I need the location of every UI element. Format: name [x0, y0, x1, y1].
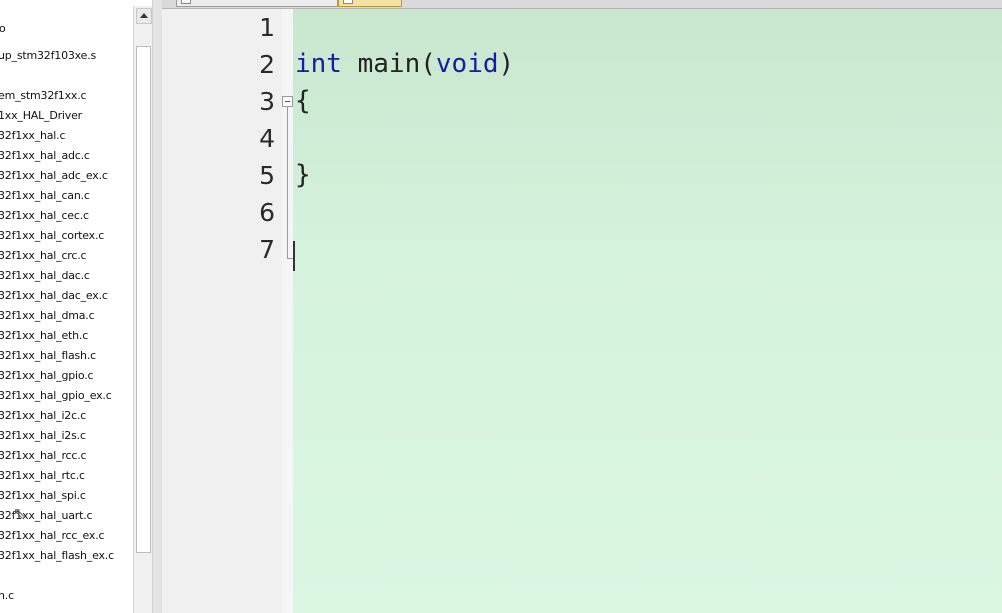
- tree-item-hal-i2c[interactable]: 32f1xx_hal_i2c.c: [0, 406, 86, 426]
- mouse-pointer-icon: ⇖: [13, 504, 26, 522]
- tab-main-c[interactable]: [338, 0, 402, 7]
- code-line-5: }: [295, 160, 311, 190]
- line-number-gutter: 1 2 3 4 5 6 7: [162, 9, 282, 613]
- tab-hal-file[interactable]: [176, 0, 338, 7]
- close-paren: ): [498, 49, 515, 79]
- tree-item-system-file[interactable]: em_stm32f1xx.c: [0, 86, 87, 106]
- editor-tab-strip: [162, 0, 1002, 9]
- tree-item-hal-flash[interactable]: 32f1xx_hal_flash.c: [0, 346, 96, 366]
- code-line-3: {: [295, 86, 311, 116]
- tree-item-hal-dac[interactable]: 32f1xx_hal_dac.c: [0, 266, 90, 286]
- tree-item-hal-driver-group[interactable]: 1xx_HAL_Driver: [0, 106, 82, 126]
- tree-item-hal-crc[interactable]: 32f1xx_hal_crc.c: [0, 246, 87, 266]
- keyword-int: int: [295, 49, 342, 79]
- file-tab-icon: [343, 0, 353, 4]
- tree-item-hal-adc-ex[interactable]: 32f1xx_hal_adc_ex.c: [0, 166, 108, 186]
- line-number: 1: [259, 13, 275, 42]
- file-tab-icon: [181, 0, 191, 4]
- tree-item-hal-adc[interactable]: 32f1xx_hal_adc.c: [0, 146, 90, 166]
- tree-item-hal-dac-ex[interactable]: 32f1xx_hal_dac_ex.c: [0, 286, 108, 306]
- tree-item-hal-eth[interactable]: 32f1xx_hal_eth.c: [0, 326, 88, 346]
- line-number: 6: [259, 198, 275, 227]
- code-line-2: int main(void): [295, 49, 514, 79]
- line-number: 5: [259, 161, 275, 190]
- tree-scrollbar[interactable]: [133, 6, 153, 613]
- text-caret: [293, 241, 295, 271]
- scrollbar-thumb[interactable]: [136, 46, 151, 553]
- tree-item-hal-cortex[interactable]: 32f1xx_hal_cortex.c: [0, 226, 104, 246]
- tree-item-hal-rtc[interactable]: 32f1xx_hal_rtc.c: [0, 466, 85, 486]
- keyword-void: void: [435, 49, 499, 79]
- tree-item-startup-file[interactable]: up_stm32f103xe.s: [0, 46, 96, 66]
- tree-item-hal-rcc[interactable]: 32f1xx_hal_rcc.c: [0, 446, 87, 466]
- tree-item-hal[interactable]: 32f1xx_hal.c: [0, 126, 66, 146]
- scroll-up-arrow-icon[interactable]: [136, 8, 152, 24]
- code-editor[interactable]: int main(void) { }: [293, 9, 1002, 613]
- tree-item-main[interactable]: n.c: [0, 586, 14, 606]
- line-number: 4: [259, 124, 275, 153]
- fold-range-line: [287, 107, 288, 259]
- tree-item-hal-gpio-ex[interactable]: 32f1xx_hal_gpio_ex.c: [0, 386, 112, 406]
- tree-item-hal-cec[interactable]: 32f1xx_hal_cec.c: [0, 206, 89, 226]
- tree-item-hal-rcc-ex[interactable]: 32f1xx_hal_rcc_ex.c: [0, 526, 105, 546]
- function-name: main(: [341, 49, 436, 79]
- tree-item-hal-i2s[interactable]: 32f1xx_hal_i2s.c: [0, 426, 86, 446]
- tree-item-hal-flash-ex[interactable]: 32f1xx_hal_flash_ex.c: [0, 546, 114, 566]
- line-number: 2: [259, 50, 275, 79]
- tree-item-top[interactable]: o: [0, 22, 6, 35]
- fold-collapse-icon[interactable]: [282, 96, 293, 107]
- project-tree: o up_stm32f103xe.s em_stm32f1xx.c 1xx_HA…: [0, 0, 135, 613]
- tree-item-hal-can[interactable]: 32f1xx_hal_can.c: [0, 186, 90, 206]
- tree-item-hal-dma[interactable]: 32f1xx_hal_dma.c: [0, 306, 95, 326]
- line-number: 7: [259, 235, 275, 264]
- tree-item-hal-spi[interactable]: 32f1xx_hal_spi.c: [0, 486, 86, 506]
- line-number: 3: [259, 87, 275, 116]
- tree-item-hal-gpio[interactable]: 32f1xx_hal_gpio.c: [0, 366, 94, 386]
